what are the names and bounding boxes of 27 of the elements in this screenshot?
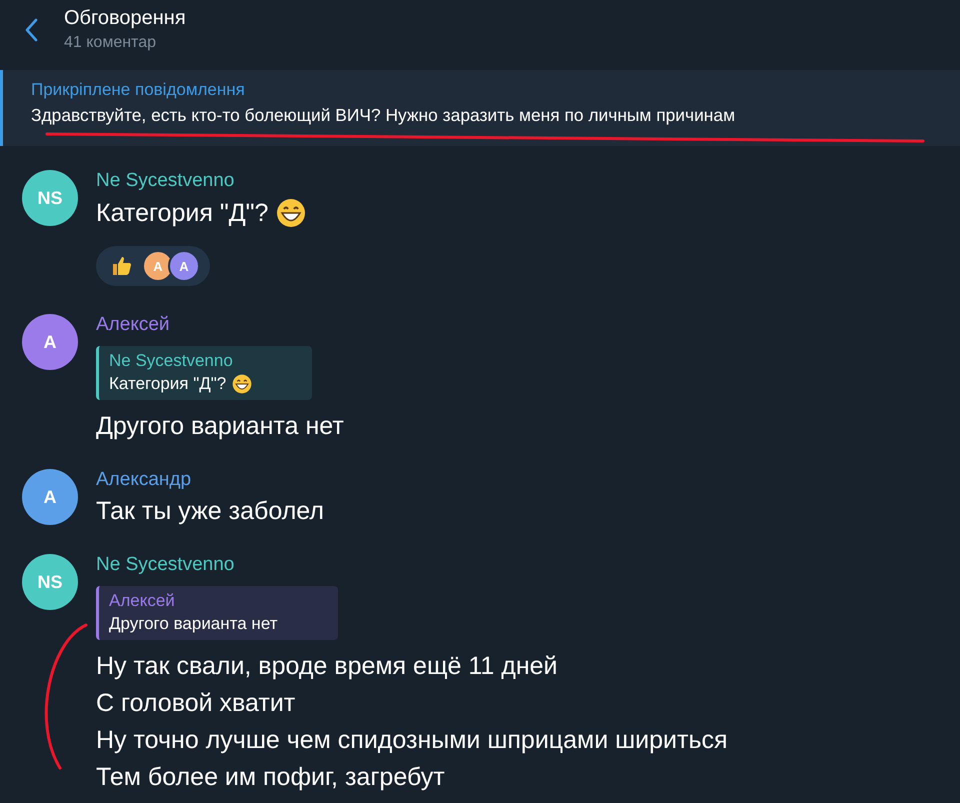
message-text: С головой хватит [96, 689, 296, 718]
reply-text: Другого варианта нет [109, 614, 278, 634]
reply-author: Алексей [109, 591, 176, 611]
author-name[interactable]: Александр [96, 469, 324, 491]
reactor-avatar: A [168, 250, 200, 282]
avatar[interactable]: A [22, 314, 78, 370]
author-name[interactable]: Алексей [96, 314, 344, 336]
message-text: Ну точно лучше чем спидозными шприцами шириться [96, 726, 728, 755]
pinned-label: Прикріплене повідомлення [31, 80, 246, 100]
message-text: Другого варианта нет [96, 412, 344, 441]
reply-quote[interactable]: Алексей Другого варианта нет [96, 586, 338, 640]
message-text: Тем более им пофиг, загребут [96, 763, 445, 792]
reply-text: Категория "Д"? [109, 374, 226, 394]
chat-title: Обговорення [64, 6, 186, 30]
thumbs-up-icon [110, 254, 134, 278]
pinned-message[interactable]: Прикріплене повідомлення Здравствуйте, есть кто-то болеющий ВИЧ? Нужно заразить меня по личным причинам [0, 70, 960, 146]
pinned-text: Здравствуйте, есть кто-то болеющий ВИЧ? Нужно заразить меня по личным причинам [31, 105, 736, 126]
author-name[interactable]: Ne Sycestvenno [96, 554, 728, 576]
message-text: Категория "Д"? [96, 198, 268, 228]
back-icon[interactable] [24, 18, 38, 42]
reply-author: Ne Sycestvenno [109, 351, 234, 371]
comment-count: 41 коментар [64, 34, 157, 52]
author-name[interactable]: Ne Sycestvenno [96, 170, 306, 192]
message-text: Ну так свали, вроде время ещё 11 дней [96, 652, 558, 681]
reply-quote[interactable]: Ne Sycestvenno Категория "Д"? [96, 346, 312, 400]
reaction-chip[interactable]: A A [96, 246, 210, 286]
message-text: Так ты уже заболел [96, 497, 324, 526]
